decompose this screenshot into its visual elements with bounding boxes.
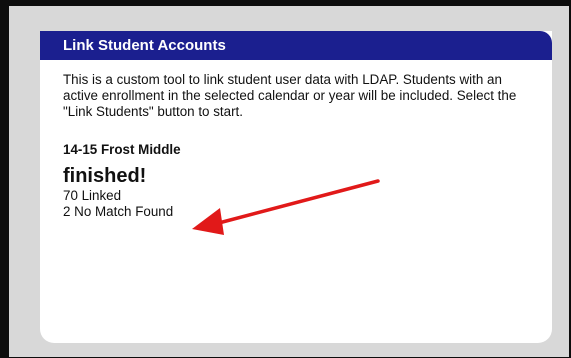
linked-count: 70 Linked xyxy=(63,188,122,203)
link-student-accounts-panel: Link Student Accounts This is a custom t… xyxy=(40,31,552,343)
no-match-count: 2 No Match Found xyxy=(63,204,174,219)
panel-title: Link Student Accounts xyxy=(40,31,552,60)
calendar-name: 14-15 Frost Middle xyxy=(63,142,181,157)
page: Link Student Accounts This is a custom t… xyxy=(0,0,571,358)
panel-body: This is a custom tool to link student us… xyxy=(40,60,552,220)
tool-description: This is a custom tool to link student us… xyxy=(63,72,517,119)
status-message: finished! xyxy=(63,165,147,187)
